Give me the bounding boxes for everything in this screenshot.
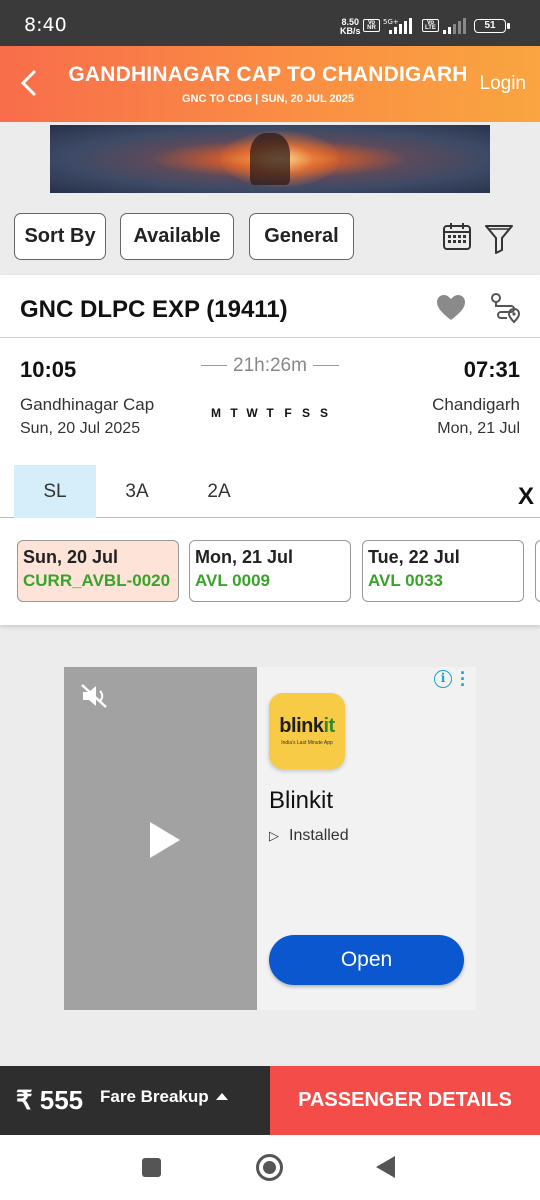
run-day: S [301, 406, 310, 420]
run-day: T [266, 406, 274, 420]
ad-more-icon[interactable]: · · · [460, 664, 466, 694]
tab-class-sl[interactable]: SL [14, 465, 96, 518]
departure-date: Sun, 20 Jul 2025 [20, 420, 141, 437]
ad-open-button[interactable]: Open [269, 935, 464, 985]
vo-nr-icon: Vo NR [363, 19, 380, 32]
recents-icon[interactable] [142, 1158, 161, 1177]
system-back-icon[interactable] [376, 1156, 395, 1178]
promo-banner[interactable] [50, 125, 490, 193]
departure-time: 10:05 [20, 357, 77, 382]
signal-bars-icon [443, 18, 466, 34]
caret-up-icon[interactable] [216, 1093, 228, 1100]
train-name: GNC DLPC EXP (19411) [20, 296, 288, 323]
banner-figure [250, 133, 290, 185]
page-subtitle: GNC TO CDG | SUN, 20 JUL 2025 [181, 93, 354, 105]
availability-date-card-next[interactable] [535, 540, 540, 602]
status-time: 8:40 [24, 14, 67, 36]
page-title: GANDHINAGAR CAP TO CHANDIGARH [68, 63, 468, 86]
filter-icon[interactable] [484, 222, 514, 254]
close-button[interactable]: X [518, 483, 534, 511]
train-card: GNC DLPC EXP (19411) 10:05 21h:26m 07:31… [0, 275, 540, 625]
ad-video[interactable] [64, 667, 257, 1010]
fare-breakup-label[interactable]: Fare Breakup [100, 1087, 209, 1107]
mute-icon[interactable] [80, 683, 108, 709]
sort-by-button[interactable]: Sort By [14, 213, 106, 260]
availability-date: Tue, 22 Jul [368, 547, 460, 567]
card-divider [0, 337, 540, 338]
status-bar: 8:40 8.50 KB/s Vo NR 5G+ Vo LTE 51 [0, 0, 540, 46]
ad-unit[interactable]: i · · · blinkit India's Last Minute App Bl… [64, 664, 476, 1010]
quota-general-button[interactable]: General [249, 213, 354, 260]
duration-line-right [312, 365, 339, 367]
network-speed-unit: KB/s [340, 26, 361, 36]
total-price: ₹ 555 [16, 1085, 84, 1115]
signal-5g-label: 5G+ [383, 18, 399, 26]
installed-icon: ▷ [269, 828, 279, 843]
login-button[interactable]: Login [480, 73, 527, 95]
available-button[interactable]: Available [120, 213, 234, 260]
arrival-time: 07:31 [463, 357, 520, 382]
battery-icon: 51 [474, 19, 510, 33]
blinkit-logo-text-b: it [323, 715, 335, 737]
availability-status: AVL 0033 [368, 571, 443, 590]
installed-label: Installed [289, 827, 349, 844]
blinkit-logo-text: blinkit [269, 715, 345, 738]
run-day: S [319, 406, 328, 420]
availability-date: Mon, 21 Jul [195, 547, 294, 567]
passenger-details-button[interactable]: PASSENGER DETAILS [270, 1066, 540, 1135]
app-header: GANDHINAGAR CAP TO CHANDIGARH GNC TO CDG… [0, 46, 540, 122]
run-day: M [211, 406, 221, 420]
blinkit-logo-tagline: India's Last Minute App [281, 740, 333, 746]
vo-lte-icon: Vo LTE [422, 19, 439, 32]
play-icon[interactable] [148, 820, 182, 860]
route-map-icon[interactable] [489, 292, 521, 324]
ad-installed-status: ▷ Installed [269, 827, 349, 845]
run-day: F [284, 406, 292, 420]
tab-class-2a[interactable]: 2A [178, 465, 260, 518]
run-day: W [246, 406, 258, 420]
ad-app-name: Blinkit [269, 787, 334, 814]
fare-summary[interactable]: ₹ 555 Fare Breakup [0, 1066, 270, 1135]
calendar-icon[interactable] [442, 221, 472, 251]
tab-class-3a[interactable]: 3A [96, 465, 178, 518]
ad-info-icon[interactable]: i [434, 670, 452, 688]
from-station: Gandhinagar Cap [20, 395, 155, 414]
availability-date-card[interactable]: Sun, 20 Jul CURR_AVBL-0020 [17, 540, 179, 602]
system-nav-bar [0, 1135, 540, 1200]
arrival-date: Mon, 21 Jul [437, 420, 520, 437]
to-station: Chandigarh [432, 395, 520, 414]
favorite-heart-icon[interactable] [436, 294, 466, 322]
bottom-action-bar: ₹ 555 Fare Breakup PASSENGER DETAILS [0, 1066, 540, 1135]
network-speed: 8.50 KB/s [340, 18, 361, 36]
duration-text: 21h:26m [233, 355, 307, 376]
blinkit-logo: blinkit India's Last Minute App [269, 693, 345, 769]
availability-status: CURR_AVBL-0020 [23, 571, 171, 590]
journey-duration: 21h:26m [180, 355, 360, 377]
back-arrow-icon[interactable] [16, 68, 46, 98]
class-tabs: SL 3A 2A [0, 465, 540, 518]
availability-date-card[interactable]: Mon, 21 Jul AVL 0009 [189, 540, 351, 602]
availability-status: AVL 0009 [195, 571, 270, 590]
signal-5g-icon: 5G+ [383, 18, 412, 34]
run-day: T [230, 406, 238, 420]
availability-date: Sun, 20 Jul [23, 547, 119, 567]
run-days: MTWTFSS [180, 406, 360, 420]
blinkit-logo-text-a: blink [279, 715, 324, 737]
duration-line-left [201, 365, 228, 367]
home-icon[interactable] [256, 1154, 283, 1181]
availability-date-card[interactable]: Tue, 22 Jul AVL 0033 [362, 540, 524, 602]
